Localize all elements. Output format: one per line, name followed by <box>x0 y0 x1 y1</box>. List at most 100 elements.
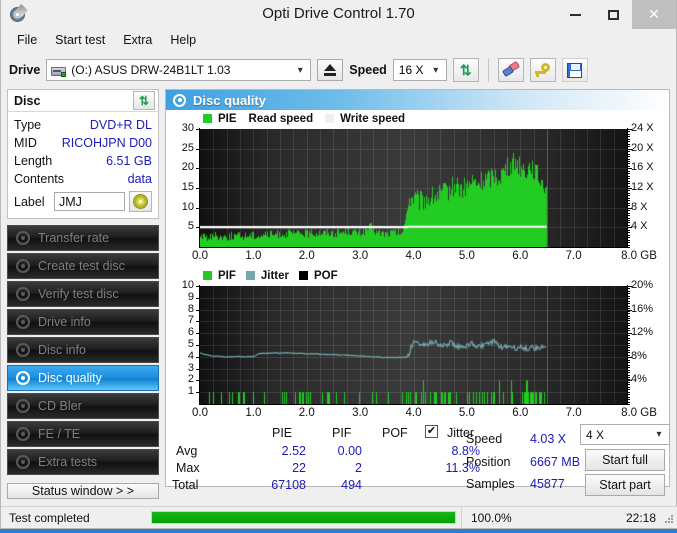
y2-minor-tick <box>628 148 630 150</box>
y2-minor-tick <box>628 151 630 153</box>
x-tick-label: 4.0 <box>405 407 422 419</box>
y2-minor-tick <box>628 362 630 364</box>
y-tick-label: 10 <box>181 279 194 291</box>
pie-chart-block: PIE Read speed Write speed 30 25 20 15 10 5 24… <box>166 110 669 265</box>
y2-minor-tick <box>628 394 630 396</box>
sidebar-item-fe-te[interactable]: FE / TE <box>7 421 159 447</box>
close-button[interactable]: ✕ <box>632 0 676 29</box>
disc-label-cd-button[interactable] <box>129 191 152 212</box>
body-area: Disc ⇅ Type DVD+R DL MID RICOHJPN D00 Le… <box>1 89 676 499</box>
y2-minor-tick <box>628 367 630 369</box>
legend-swatch-pof <box>299 271 309 280</box>
eject-button[interactable] <box>317 59 344 81</box>
sidebar-item-create-test-disc[interactable]: Create test disc <box>7 253 159 279</box>
x-axis <box>199 404 628 405</box>
y2-minor-tick <box>628 384 630 386</box>
start-full-button[interactable]: Start full <box>585 449 665 471</box>
sidebar-item-extra-tests[interactable]: Extra tests <box>7 449 159 475</box>
sidebar-item-cd-bler[interactable]: CD Bler <box>7 393 159 419</box>
menu-item-extra[interactable]: Extra <box>115 31 160 49</box>
disc-panel-header: Disc ⇅ <box>8 90 158 112</box>
y-tick-label: 15 <box>181 181 194 193</box>
sidebar-item-transfer-rate[interactable]: Transfer rate <box>7 225 159 251</box>
disc-label-input[interactable]: JMJ <box>54 192 125 211</box>
stats-col-pof: POF <box>382 426 408 440</box>
stats-key-speed: Speed <box>466 432 503 446</box>
test-speed-select[interactable]: 4 X ▾ <box>580 424 670 445</box>
legend-swatch-pif <box>203 271 212 280</box>
resize-grip-icon[interactable] <box>664 515 674 525</box>
menu-item-help[interactable]: Help <box>162 31 204 49</box>
sidebar-item-disc-info[interactable]: Disc info <box>7 337 159 363</box>
legend-label-pif: PIF <box>218 269 236 282</box>
y2-minor-tick <box>628 352 630 354</box>
y2-minor-tick <box>628 404 630 405</box>
page-title: Disc quality <box>193 92 266 108</box>
y2-minor-tick <box>628 227 630 229</box>
eraser-icon <box>501 60 520 78</box>
y-tick <box>196 309 200 311</box>
menu-item-file[interactable]: File <box>9 31 45 49</box>
y2-minor-tick <box>628 347 630 349</box>
x-tick-label: 8.0 GB <box>621 407 657 419</box>
y2-minor-tick <box>628 219 630 221</box>
y2-minor-tick <box>628 173 630 175</box>
disc-info-row-length: Length 6.51 GB <box>14 152 152 170</box>
pie-read-speed-chart[interactable]: 30 25 20 15 10 5 24 X 20 X 16 X 12 X 8 X 4 X 0.0 1.0 2… <box>166 122 669 265</box>
y2-minor-tick <box>628 202 630 204</box>
disc-info-key: Type <box>14 118 42 132</box>
pif-jitter-pof-chart[interactable]: 10 9 8 7 6 5 4 3 2 1 20% 16% 12% 8% 4% 0.0 1.0 2.0 3.0 4.0 5… <box>166 279 669 422</box>
y2-tick-label: 12 X <box>631 181 654 193</box>
start-part-button[interactable]: Start part <box>585 474 665 496</box>
disc-refresh-button[interactable]: ⇅ <box>133 91 155 110</box>
status-window-button[interactable]: Status window > > <box>7 483 159 499</box>
y2-minor-tick <box>628 242 630 244</box>
sidebar-item-verify-test-disc[interactable]: Verify test disc <box>7 281 159 307</box>
y2-minor-tick <box>628 288 630 290</box>
erase-button[interactable] <box>497 58 524 82</box>
y-tick <box>196 148 200 150</box>
y2-minor-tick <box>628 141 630 143</box>
statistics-panel: PIE PIF POF ✔ Jitter Avg 2.52 0.00 8.8% … <box>166 422 670 496</box>
disc-panel-title: Disc <box>14 93 41 108</box>
stats-col-pie: PIE <box>272 426 293 440</box>
drive-icon <box>51 64 67 77</box>
y2-minor-tick <box>628 247 630 248</box>
app-window: Opti Drive Control 1.70 ✕ File Start tes… <box>0 0 677 529</box>
y2-tick-label: 4% <box>631 373 647 386</box>
y2-minor-tick <box>628 337 630 339</box>
y2-minor-tick <box>628 165 630 167</box>
x-tick-label: 5.0 <box>458 250 475 262</box>
test-speed-value: 4 X <box>586 427 605 442</box>
save-button[interactable] <box>561 58 588 82</box>
drive-select[interactable]: (O:) ASUS DRW-24B1LT 1.03 ▾ <box>46 59 312 81</box>
y-tick <box>196 333 200 335</box>
disc-info-row-contents: Contents data <box>14 170 152 188</box>
y2-minor-tick <box>628 332 630 334</box>
pie-chart-legend: PIE Read speed Write speed <box>166 112 669 125</box>
legend-label-pie: PIE <box>218 112 237 125</box>
jitter-checkbox[interactable]: ✔ <box>425 425 438 438</box>
y2-minor-tick <box>628 315 630 317</box>
speed-select[interactable]: 16 X ▾ <box>392 59 447 81</box>
maximize-button[interactable] <box>594 0 632 29</box>
x-tick-label: 7.0 <box>565 407 582 419</box>
x-tick-label: 7.0 <box>565 250 582 262</box>
sidebar-item-drive-info[interactable]: Drive info <box>7 309 159 335</box>
menu-item-start-test[interactable]: Start test <box>47 31 113 49</box>
refresh-button[interactable]: ⇅ <box>452 58 479 82</box>
y-tick-label: 1 <box>187 385 194 398</box>
pif-chart-legend: PIF Jitter POF <box>166 269 669 282</box>
minimize-button[interactable] <box>556 0 594 29</box>
panel-header: Disc quality <box>166 90 669 110</box>
y2-minor-tick <box>628 303 630 305</box>
status-message: Test completed <box>9 510 90 525</box>
y2-minor-tick <box>628 244 630 246</box>
y2-minor-tick <box>628 310 630 312</box>
y2-minor-tick <box>628 163 630 165</box>
key-button[interactable] <box>529 58 556 82</box>
y2-minor-tick <box>628 131 630 133</box>
x-tick-label: 4.0 <box>405 250 422 262</box>
legend-label-jitter: Jitter <box>260 269 290 282</box>
sidebar-item-disc-quality[interactable]: Disc quality <box>7 365 159 391</box>
